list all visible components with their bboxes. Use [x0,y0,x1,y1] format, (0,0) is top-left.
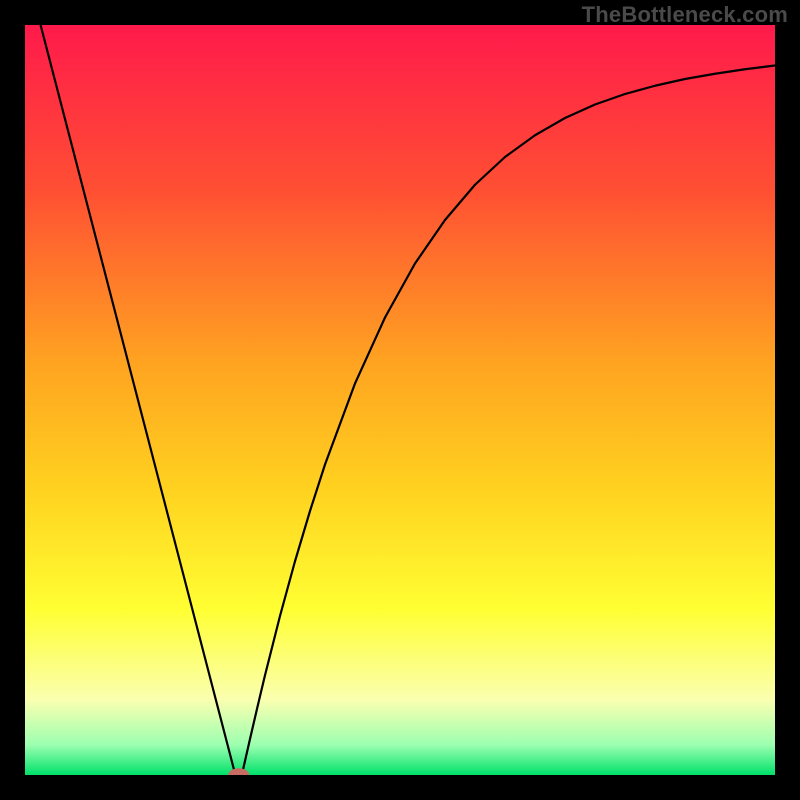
chart-svg [25,25,775,775]
chart-frame: TheBottleneck.com [0,0,800,800]
plot-area [25,25,775,775]
